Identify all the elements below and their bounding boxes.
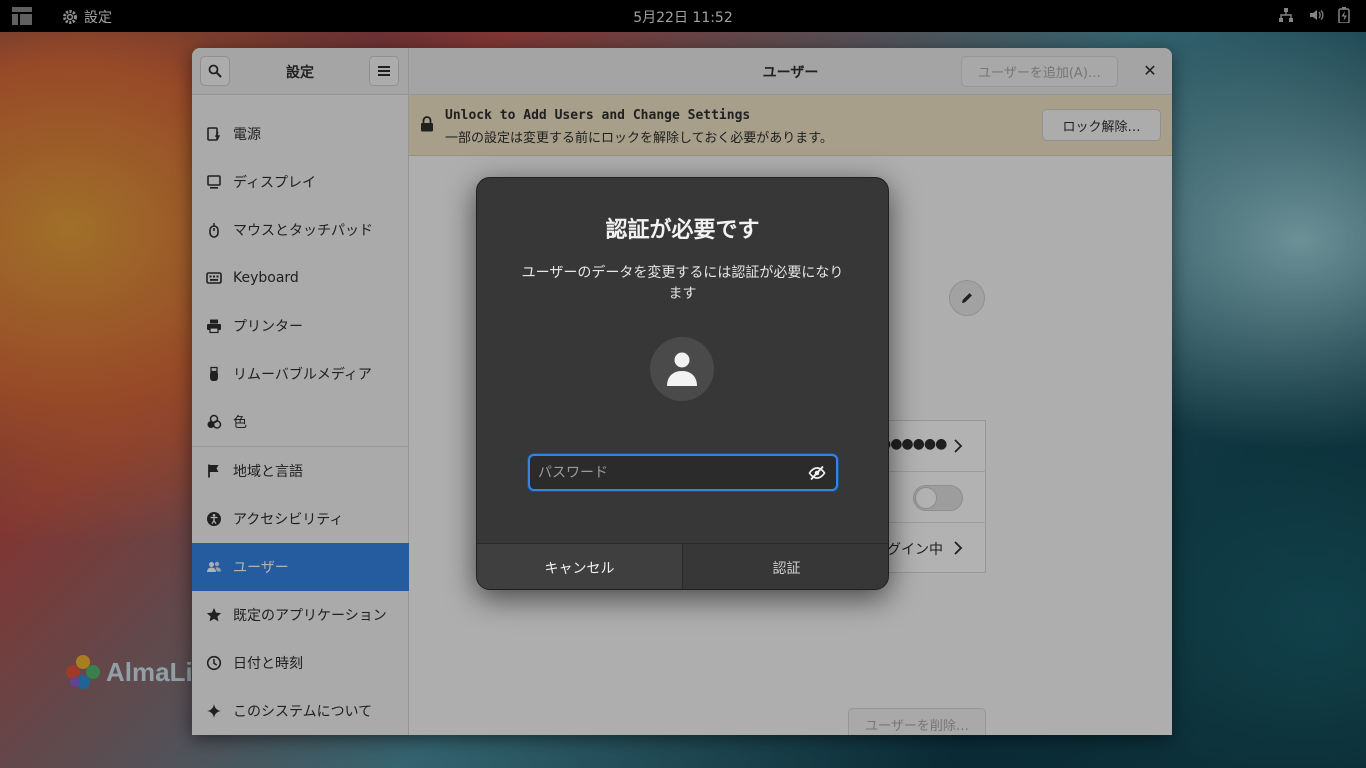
hide-password-icon[interactable] [808,464,826,482]
password-input[interactable] [538,456,800,489]
cancel-button[interactable]: キャンセル [477,544,683,589]
authentication-dialog: 認証が必要です ユーザーのデータを変更するには認証が必要になります キャンセル … [476,177,889,590]
password-field[interactable] [528,454,838,491]
dialog-button-bar: キャンセル 認証 [477,543,888,589]
user-icon [667,352,697,386]
avatar [650,337,714,401]
dialog-description: ユーザーのデータを変更するには認証が必要になります [521,265,844,302]
dialog-title: 認証が必要です [605,218,760,243]
authenticate-button[interactable]: 認証 [683,544,888,589]
